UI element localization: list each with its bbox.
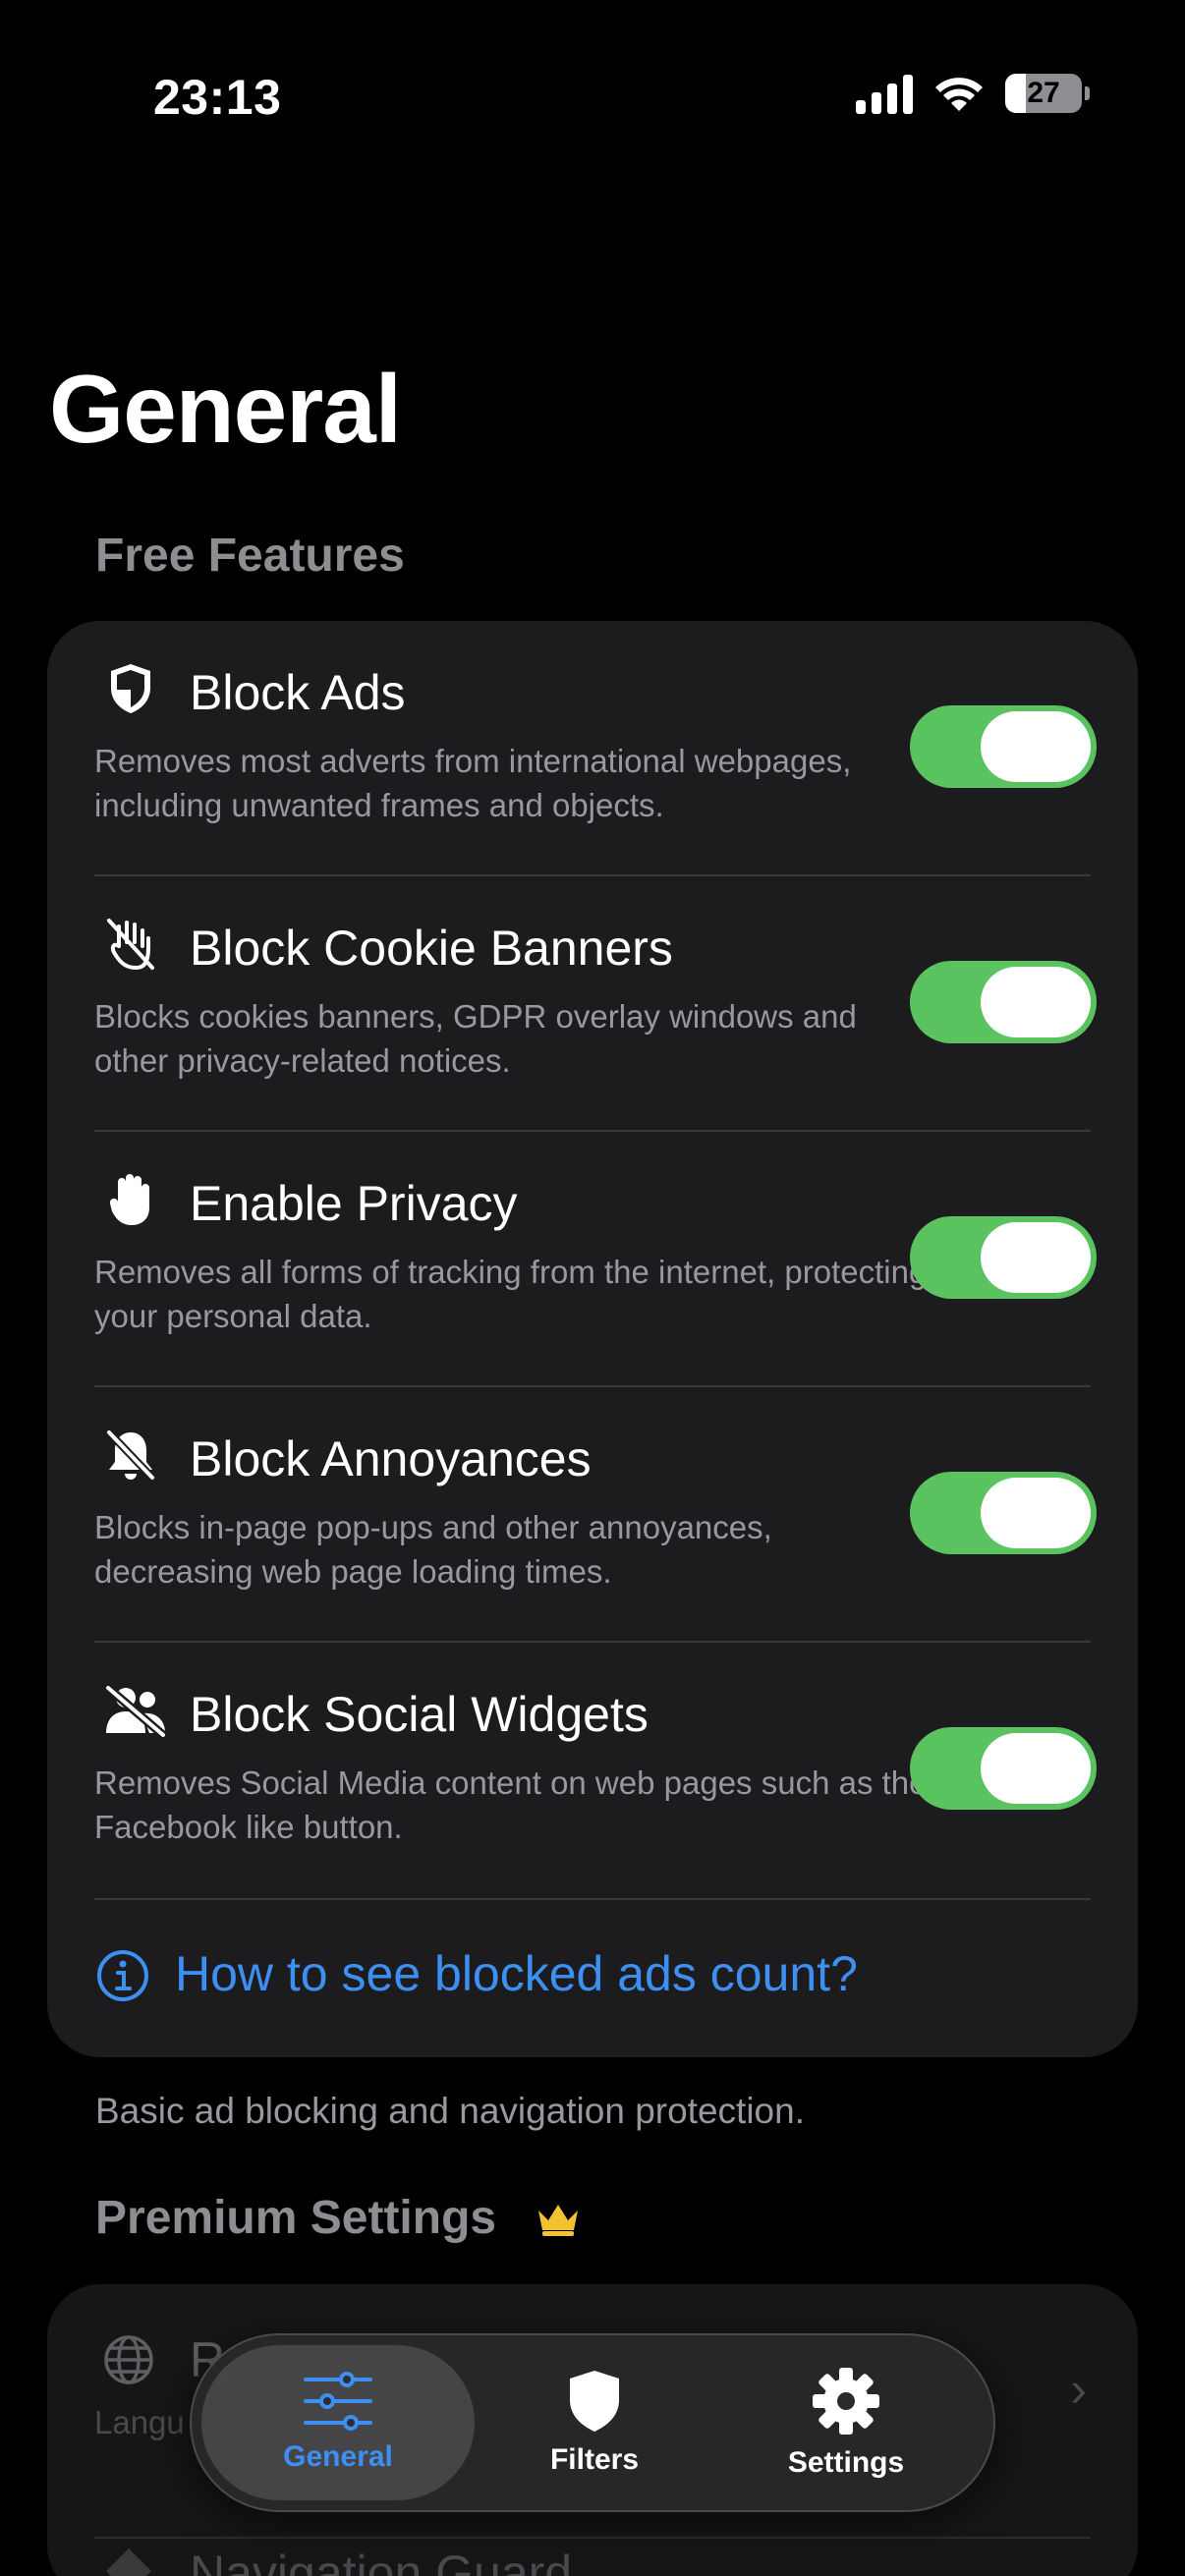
shield-icon bbox=[102, 660, 159, 717]
globe-icon bbox=[104, 2335, 153, 2384]
block-cookie-banners-toggle[interactable] bbox=[910, 961, 1097, 1043]
tab-settings[interactable]: Settings bbox=[709, 2345, 983, 2500]
feature-description: Removes most adverts from international … bbox=[94, 743, 852, 823]
tab-label: General bbox=[283, 2440, 393, 2473]
tab-bar: General Filters Settings bbox=[190, 2333, 995, 2512]
blocked-ads-help-link[interactable]: How to see blocked ads count? bbox=[47, 1900, 1138, 2057]
feature-description: Removes all forms of tracking from the i… bbox=[94, 1254, 928, 1334]
bell-slash-icon bbox=[102, 1427, 159, 1484]
feature-description: Blocks cookies banners, GDPR overlay win… bbox=[94, 998, 857, 1079]
feature-row-enable-privacy: Enable Privacy Removes all forms of trac… bbox=[47, 1132, 1138, 1387]
premium-item-title[interactable]: Navigation Guard bbox=[190, 2545, 572, 2576]
chevron-right-icon: › bbox=[1070, 2362, 1087, 2417]
shield-tab-icon bbox=[570, 2371, 619, 2432]
tab-label: Filters bbox=[549, 2443, 640, 2476]
battery-percent: 27 bbox=[1027, 77, 1060, 109]
feature-row-block-annoyances: Block Annoyances Blocks in-page pop-ups … bbox=[47, 1387, 1138, 1643]
gear-icon bbox=[813, 2368, 879, 2435]
people-slash-icon bbox=[102, 1682, 171, 1739]
status-icons: 27 bbox=[856, 73, 1090, 114]
free-features-card: Block Ads Removes most adverts from inte… bbox=[47, 621, 1138, 2057]
tab-filters[interactable]: Filters bbox=[458, 2345, 731, 2500]
navigation-guard-icon bbox=[106, 2548, 151, 2576]
tab-general[interactable]: General bbox=[201, 2345, 475, 2500]
hand-cookie-icon bbox=[102, 916, 159, 973]
feature-title: Enable Privacy bbox=[190, 1176, 518, 1231]
premium-item-subtitle: Langu bbox=[94, 2404, 185, 2440]
cellular-signal-icon bbox=[856, 73, 913, 114]
page-title: General bbox=[49, 355, 402, 463]
crown-icon bbox=[535, 2194, 582, 2248]
divider bbox=[94, 2537, 1091, 2539]
help-link-text[interactable]: How to see blocked ads count? bbox=[175, 1945, 858, 2002]
battery-icon: 27 bbox=[1005, 74, 1090, 113]
feature-title: Block Annoyances bbox=[190, 1431, 592, 1486]
status-bar: 23:13 27 bbox=[0, 0, 1185, 187]
block-ads-toggle[interactable] bbox=[910, 705, 1097, 788]
feature-description: Removes Social Media content on web page… bbox=[94, 1764, 928, 1845]
feature-title: Block Ads bbox=[190, 665, 406, 720]
free-features-footer: Basic ad blocking and navigation protect… bbox=[95, 2091, 805, 2131]
wifi-icon bbox=[935, 78, 983, 111]
feature-title: Block Social Widgets bbox=[190, 1687, 649, 1742]
raised-hand-icon bbox=[102, 1171, 159, 1228]
free-features-header: Free Features bbox=[95, 530, 405, 582]
feature-title: Block Cookie Banners bbox=[190, 921, 673, 976]
feature-row-block-cookie-banners: Block Cookie Banners Blocks cookies bann… bbox=[47, 876, 1138, 1132]
feature-row-block-ads: Block Ads Removes most adverts from inte… bbox=[47, 621, 1138, 876]
block-social-widgets-toggle[interactable] bbox=[910, 1727, 1097, 1810]
sliders-icon bbox=[304, 2372, 372, 2431]
status-time: 23:13 bbox=[153, 70, 282, 125]
premium-settings-header: Premium Settings bbox=[95, 2191, 582, 2248]
feature-description: Blocks in-page pop-ups and other annoyan… bbox=[94, 1509, 772, 1590]
tab-label: Settings bbox=[787, 2446, 905, 2479]
block-annoyances-toggle[interactable] bbox=[910, 1472, 1097, 1554]
feature-row-block-social-widgets: Block Social Widgets Removes Social Medi… bbox=[47, 1643, 1138, 1898]
info-icon bbox=[97, 1950, 148, 2001]
enable-privacy-toggle[interactable] bbox=[910, 1216, 1097, 1299]
